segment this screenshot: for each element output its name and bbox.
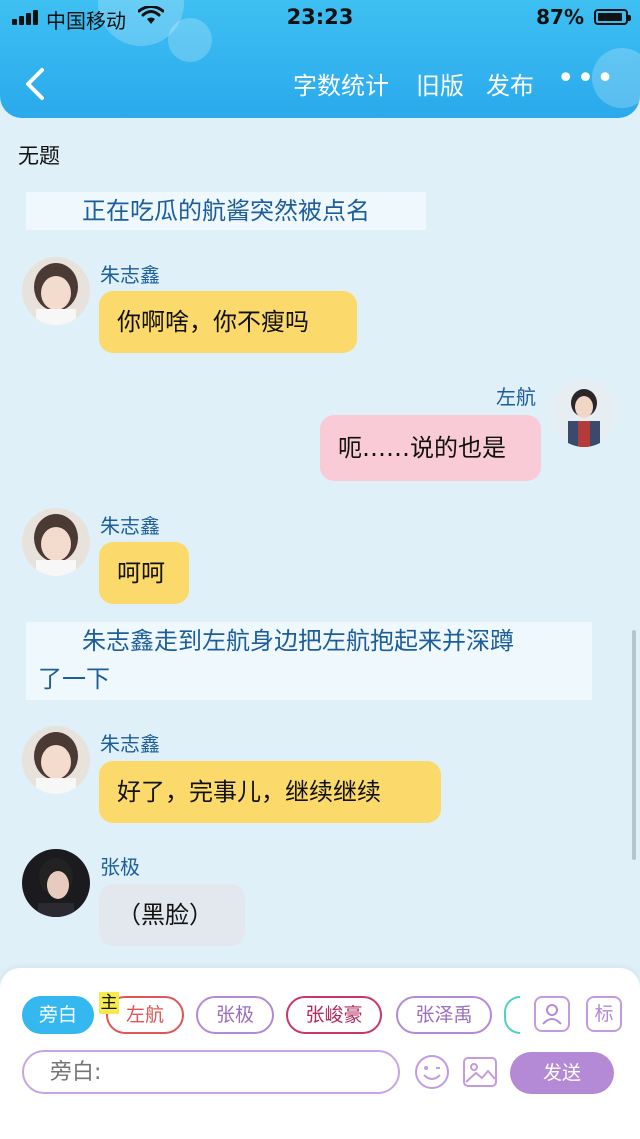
add-role-icon[interactable] xyxy=(534,996,570,1032)
narration-block[interactable]: 正在吃瓜的航酱突然被点名 xyxy=(26,192,426,230)
role-chip-zhangzeyu[interactable]: 张泽禹 xyxy=(396,996,492,1034)
avatar[interactable] xyxy=(22,508,90,576)
chat-story-editor: 中国移动 23:23 87% 字数统计 旧版 发布 ••• 无题 正在吃瓜的航酱… xyxy=(0,0,640,1139)
more-icon[interactable]: ••• xyxy=(557,64,616,94)
word-count-button[interactable]: 字数统计 xyxy=(293,66,389,101)
sender-name: 朱志鑫 xyxy=(100,263,160,287)
nav-bar: 字数统计 旧版 发布 ••• xyxy=(0,58,640,108)
message-input[interactable] xyxy=(22,1050,400,1094)
avatar[interactable] xyxy=(22,726,90,794)
avatar[interactable] xyxy=(550,379,618,447)
main-role-badge: 主 xyxy=(99,992,119,1014)
avatar[interactable] xyxy=(22,849,90,917)
message-bubble[interactable]: 呵呵 xyxy=(99,542,189,604)
narration-text-line: 朱志鑫走到左航身边把左航抱起来并深蹲 xyxy=(82,627,514,655)
story-title: 无题 xyxy=(18,144,60,168)
composer-panel: 旁白 左航 主 张极 张峻豪 张泽禹 标 发送 xyxy=(0,968,640,1139)
role-chip-narration[interactable]: 旁白 xyxy=(22,996,94,1034)
narration-text: 正在吃瓜的航酱突然被点名 xyxy=(82,197,370,225)
tag-button[interactable]: 标 xyxy=(586,996,622,1032)
sender-name: 张极 xyxy=(100,855,140,879)
emoji-icon[interactable] xyxy=(414,1054,450,1090)
old-version-button[interactable]: 旧版 xyxy=(416,66,464,101)
role-chip-partial[interactable] xyxy=(504,996,520,1034)
narration-block[interactable]: 朱志鑫走到左航身边把左航抱起来并深蹲 了一下 xyxy=(26,622,592,700)
message-bubble[interactable]: 你啊啥，你不瘦吗 xyxy=(99,291,357,353)
send-button[interactable]: 发送 xyxy=(510,1052,614,1094)
message-bubble[interactable]: 好了，完事儿，继续继续 xyxy=(99,761,441,823)
narration-text-line: 了一下 xyxy=(38,665,110,693)
header: 中国移动 23:23 87% 字数统计 旧版 发布 ••• xyxy=(0,0,640,118)
role-chip-zhangjunhao[interactable]: 张峻豪 xyxy=(286,996,382,1034)
publish-button[interactable]: 发布 xyxy=(486,66,534,101)
sender-name: 左航 xyxy=(496,385,536,409)
scrollbar[interactable] xyxy=(632,630,636,860)
message-bubble[interactable]: 呃……说的也是 xyxy=(320,415,541,481)
image-icon[interactable] xyxy=(462,1054,498,1090)
role-chip-zhangji[interactable]: 张极 xyxy=(196,996,274,1034)
battery-percent: 87% xyxy=(536,5,584,29)
sender-name: 朱志鑫 xyxy=(100,514,160,538)
message-bubble[interactable]: （黑脸） xyxy=(99,884,245,946)
avatar[interactable] xyxy=(22,257,90,325)
back-chevron-icon[interactable] xyxy=(18,64,54,104)
sender-name: 朱志鑫 xyxy=(100,732,160,756)
battery-icon xyxy=(594,9,631,25)
status-bar: 中国移动 23:23 87% xyxy=(0,0,640,36)
